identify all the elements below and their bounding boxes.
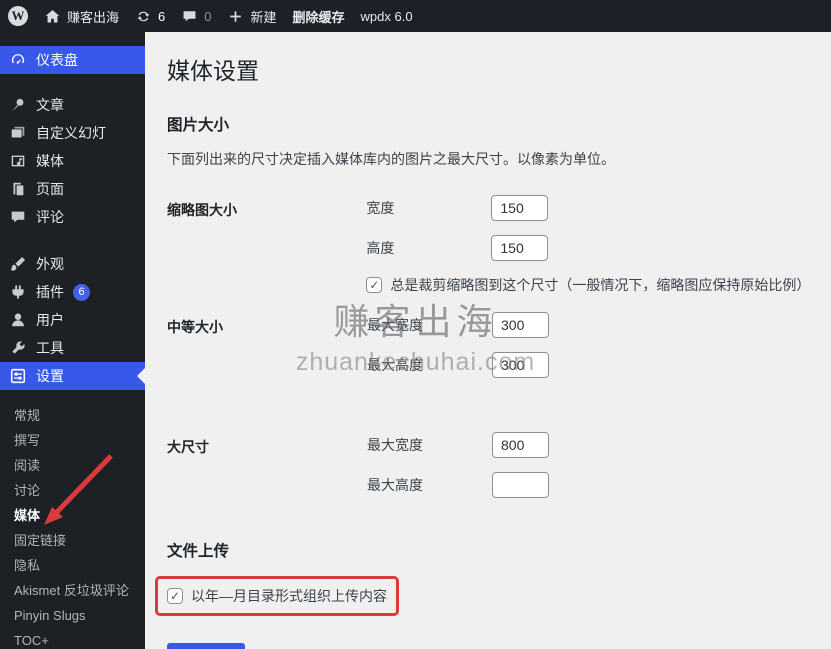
large-max-width-input[interactable] [492,432,549,458]
large-max-width-label: 最大宽度 [367,437,423,453]
plugin-update-badge: 6 [73,283,90,301]
large-size-label: 大尺寸 [167,439,209,455]
submenu-item-media[interactable]: 媒体 [0,503,145,528]
save-changes-button[interactable]: 保存更改 [167,643,246,649]
plugin-icon [12,285,24,299]
site-home-link[interactable]: 赚客出海 [36,0,127,32]
wpdx-version-menu[interactable]: wpdx 6.0 [353,0,421,32]
submenu-item-toc[interactable]: TOC+ [0,628,145,649]
submenu-item-akismet[interactable]: Akismet 反垃圾评论 [0,578,145,603]
admin-top-bar: W 赚客出海 6 0 新建 删除缓存 wpdx 6.0 [0,0,831,32]
wrench-icon [12,341,25,354]
sidebar-item-pages[interactable]: 页面 [0,175,145,203]
sidebar-label-tools: 工具 [36,340,64,356]
medium-max-height-input[interactable] [492,352,549,378]
submenu-item-pinyin-slugs[interactable]: Pinyin Slugs [0,603,145,628]
sidebar-item-settings[interactable]: 设置 [0,362,145,390]
updates-icon [137,11,150,21]
organize-uploads-row: 以年—月目录形式组织上传内容 [155,576,399,616]
medium-size-label: 中等大小 [167,319,223,335]
wordpress-menu-button[interactable]: W [0,0,36,32]
image-sizes-description: 下面列出来的尺寸决定插入媒体库内的图片之最大尺寸。以像素为单位。 [167,151,615,167]
settings-submenu: 常规 撰写 阅读 讨论 媒体 固定链接 隐私 Akismet 反垃圾评论 Pin… [0,390,145,649]
wordpress-logo-icon: W [8,6,28,26]
media-icon [11,155,25,167]
uploading-files-heading: 文件上传 [167,543,230,560]
thumbnail-width-label: 宽度 [366,200,395,216]
update-count: 6 [158,8,166,24]
thumbnail-width-input[interactable] [491,195,549,221]
image-sizes-heading: 图片大小 [167,117,230,134]
comment-bubble-icon [183,10,196,21]
medium-max-height-label: 最大高度 [367,357,423,373]
dashboard-gauge-icon [11,54,25,64]
organize-uploads-checkbox[interactable] [167,588,183,604]
crop-thumbnail-label: 总是裁剪缩略图到这个尺寸（一般情况下，缩略图应保持原始比例） [390,277,811,293]
organize-uploads-label: 以年—月目录形式组织上传内容 [191,588,387,604]
thumbnail-height-input[interactable] [491,235,549,261]
sidebar-item-appearance[interactable]: 外观 [0,250,145,278]
large-max-height-label: 最大高度 [367,477,423,493]
updates-link[interactable]: 6 [127,0,173,32]
pages-icon [13,182,24,196]
new-content-label: 新建 [250,9,277,25]
new-content-button[interactable]: 新建 [219,0,284,32]
large-max-height-input[interactable] [492,472,549,498]
sidebar-item-tools[interactable]: 工具 [0,334,145,362]
sidebar-item-dashboard[interactable]: 仪表盘 [0,46,145,74]
site-name: 赚客出海 [67,9,120,25]
settings-sliders-icon [10,368,26,384]
sidebar-item-users[interactable]: 用户 [0,306,145,334]
submenu-item-privacy[interactable]: 隐私 [0,553,145,578]
submenu-item-permalinks[interactable]: 固定链接 [0,528,145,553]
crop-thumbnail-checkbox[interactable] [366,277,383,293]
plus-icon [230,10,242,22]
sidebar-label-custom-slides: 自定义幻灯 [36,125,106,141]
page-title: 媒体设置 [167,58,259,84]
comments-link[interactable]: 0 [173,0,219,32]
sidebar-item-comments[interactable]: 评论 [0,203,145,231]
clear-cache-label: 删除缓存 [292,9,345,25]
submenu-item-general[interactable]: 常规 [0,403,145,428]
sidebar-item-custom-slides[interactable]: 自定义幻灯 [0,119,145,147]
sidebar-label-posts: 文章 [36,97,64,113]
wpdx-version-label: wpdx 6.0 [360,8,413,24]
submenu-item-discussion[interactable]: 讨论 [0,478,145,503]
medium-max-width-input[interactable] [492,312,549,338]
sidebar-item-plugins[interactable]: 插件 6 [0,278,145,306]
sidebar-item-posts[interactable]: 文章 [0,91,145,119]
thumbnail-size-label: 缩略图大小 [167,202,237,218]
medium-max-width-label: 最大宽度 [367,317,423,333]
sidebar-label-comments: 评论 [36,209,64,225]
pushpin-icon [12,98,24,112]
sidebar-item-media[interactable]: 媒体 [0,147,145,175]
clear-cache-button[interactable]: 删除缓存 [285,0,353,32]
thumbnail-height-label: 高度 [366,240,395,256]
user-icon [12,313,24,327]
sidebar-label-appearance: 外观 [36,256,64,272]
submenu-item-reading[interactable]: 阅读 [0,453,145,478]
menu-separator [0,231,145,250]
wordpress-admin-page: W 赚客出海 6 0 新建 删除缓存 wpdx 6.0 仪表盘 文章 自定义幻灯… [0,0,831,649]
comments-icon [11,211,25,223]
submenu-item-writing[interactable]: 撰写 [0,428,145,453]
slides-icon [11,126,25,138]
media-settings-content: 媒体设置 图片大小 下面列出来的尺寸决定插入媒体库内的图片之最大尺寸。以像素为单… [145,32,831,649]
admin-sidebar: 仪表盘 文章 自定义幻灯 媒体 页面 评论 外观 插件 6 用户 工具 设置 常… [0,32,145,649]
home-icon [45,9,60,22]
menu-separator [0,74,145,91]
sidebar-label-media: 媒体 [36,153,64,169]
sidebar-label-users: 用户 [36,312,64,328]
paintbrush-icon [10,256,26,271]
sidebar-label-plugins: 插件 [36,284,64,300]
sidebar-label-pages: 页面 [36,181,64,197]
sidebar-label-settings: 设置 [36,368,64,384]
sidebar-label-dashboard: 仪表盘 [36,52,78,68]
current-menu-arrow [129,368,145,384]
comment-count: 0 [204,8,212,24]
